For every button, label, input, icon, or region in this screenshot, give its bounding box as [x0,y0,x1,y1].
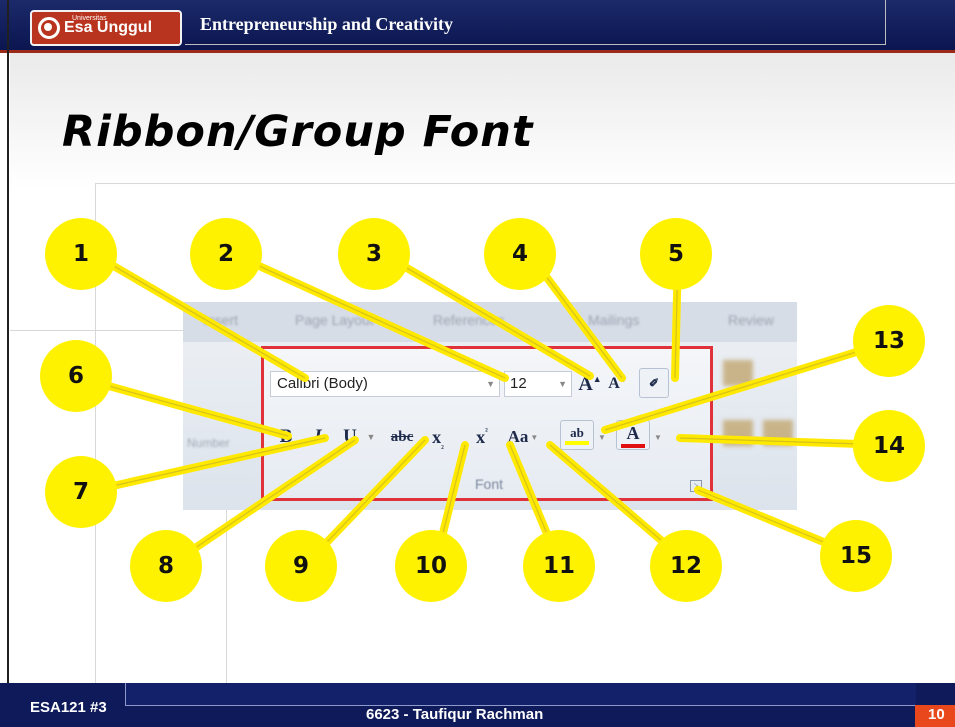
callout-12: 12 [650,530,722,602]
callout-4: 4 [484,218,556,290]
callout-3: 3 [338,218,410,290]
presenter-name: 6623 - Taufiqur Rachman [366,706,544,723]
callout-10: 10 [395,530,467,602]
page-number: 10 [928,706,945,723]
callout-13: 13 [853,305,925,377]
callout-6: 6 [40,340,112,412]
callout-7: 7 [45,456,117,528]
callout-2: 2 [190,218,262,290]
callout-14: 14 [853,410,925,482]
course-code: ESA121 #3 [30,699,107,716]
callout-11: 11 [523,530,595,602]
callout-5: 5 [640,218,712,290]
callout-8: 8 [130,530,202,602]
footer-band [125,683,916,706]
callout-leader-lines [76,251,899,569]
callout-1: 1 [45,218,117,290]
slide: Universitas Esa Unggul Entrepreneurship … [0,0,955,727]
leader-6 [76,374,292,440]
leader-13 [601,336,899,434]
callout-9: 9 [265,530,337,602]
leader-3 [381,251,594,380]
callout-15: 15 [820,520,892,592]
